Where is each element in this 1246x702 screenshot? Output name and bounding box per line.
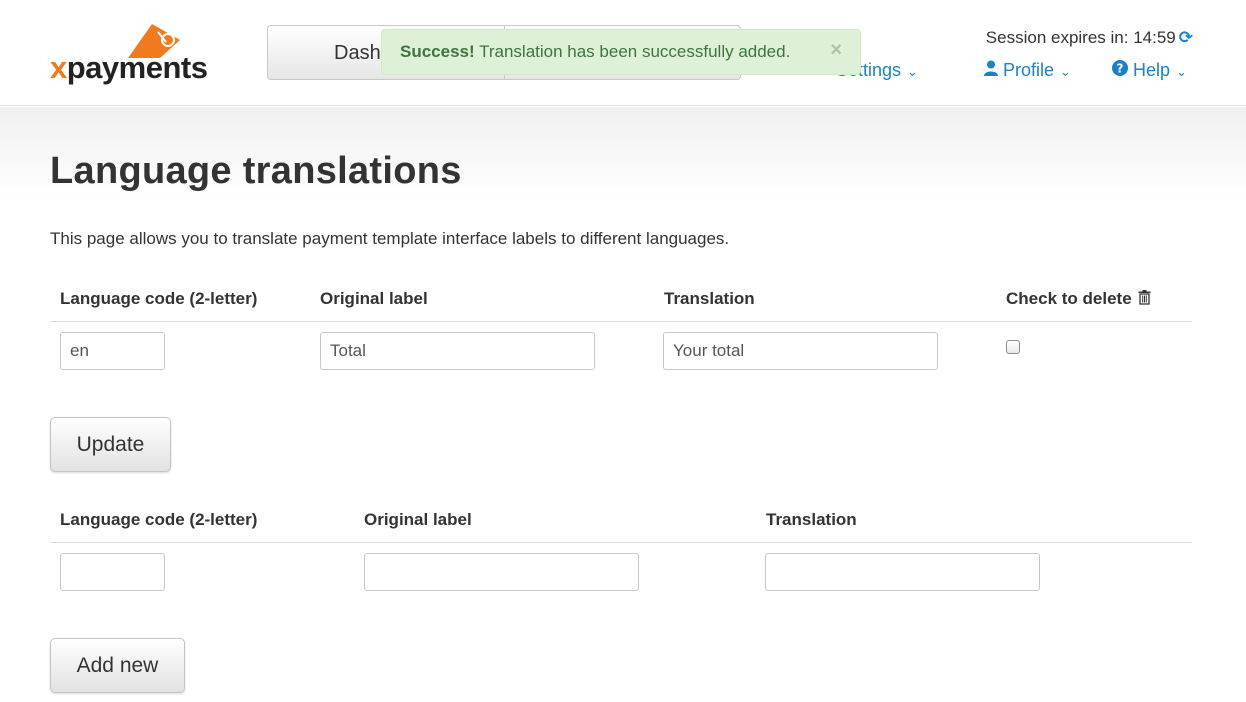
new-table-divider bbox=[50, 542, 1192, 543]
page-title: Language translations bbox=[50, 150, 462, 192]
column-header-code: Language code (2-letter) bbox=[60, 289, 258, 308]
new-column-header-translation: Translation bbox=[766, 510, 857, 529]
delete-header-label: Check to delete bbox=[1006, 289, 1132, 308]
delete-checkbox[interactable] bbox=[1006, 340, 1020, 354]
header: xpayments Dash Success! Translation has … bbox=[0, 0, 1246, 106]
help-label: Help bbox=[1133, 60, 1171, 80]
success-alert: Success! Translation has been successful… bbox=[381, 29, 861, 75]
new-original-input[interactable] bbox=[364, 553, 639, 591]
profile-label: Profile bbox=[1003, 60, 1055, 80]
alert-strong: Success! bbox=[400, 42, 475, 61]
chevron-down-icon: ⌄ bbox=[1176, 64, 1187, 79]
column-header-translation: Translation bbox=[664, 289, 755, 308]
new-code-input[interactable] bbox=[60, 553, 165, 591]
profile-menu[interactable]: Profile ⌄ bbox=[984, 60, 1071, 81]
new-column-header-original: Original label bbox=[364, 510, 472, 529]
existing-original-input[interactable] bbox=[320, 332, 595, 370]
existing-translation-input[interactable] bbox=[663, 332, 938, 370]
chevron-down-icon: ⌄ bbox=[907, 64, 918, 79]
help-menu[interactable]: ? Help ⌄ bbox=[1112, 60, 1187, 81]
refresh-icon[interactable]: ⟳ bbox=[1179, 28, 1193, 47]
user-icon bbox=[984, 60, 998, 81]
svg-text:?: ? bbox=[1117, 62, 1124, 76]
question-circle-icon: ? bbox=[1112, 60, 1128, 81]
update-button[interactable]: Update bbox=[50, 417, 171, 472]
trash-icon bbox=[1138, 290, 1151, 305]
session-label: Session expires in: 14:59 bbox=[985, 28, 1176, 47]
add-new-button[interactable]: Add new bbox=[50, 638, 185, 693]
session-timer: Session expires in: 14:59 ⟳ bbox=[986, 28, 1193, 48]
column-header-original: Original label bbox=[320, 289, 428, 308]
close-icon[interactable]: × bbox=[830, 39, 842, 62]
new-translation-input[interactable] bbox=[765, 553, 1040, 591]
xpayments-logo[interactable]: xpayments bbox=[50, 18, 215, 88]
table-divider bbox=[50, 321, 1192, 322]
alert-message: Translation has been successfully added. bbox=[474, 42, 791, 61]
column-header-delete: Check to delete bbox=[1006, 289, 1151, 309]
new-column-header-code: Language code (2-letter) bbox=[60, 510, 258, 529]
logo-text: xpayments bbox=[50, 50, 208, 85]
chevron-down-icon: ⌄ bbox=[1060, 64, 1071, 79]
page-background bbox=[0, 107, 1246, 702]
page-intro: This page allows you to translate paymen… bbox=[50, 229, 730, 248]
existing-code-input[interactable] bbox=[60, 332, 165, 370]
